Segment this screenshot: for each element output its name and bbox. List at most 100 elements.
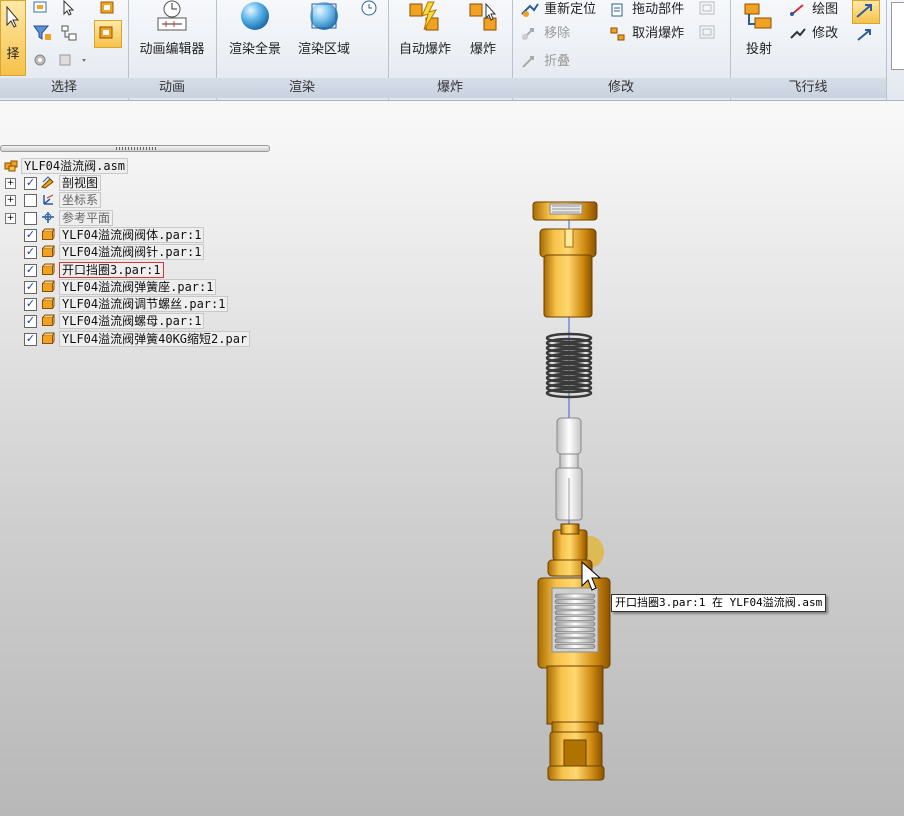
collapse-button[interactable]: 折叠 (520, 52, 570, 72)
unexplode-icon (610, 27, 625, 40)
tree-item-label: 坐标系 (59, 192, 102, 209)
spring-seat-part[interactable] (539, 228, 597, 318)
nut-part[interactable] (532, 201, 598, 221)
select-tool-active[interactable] (94, 20, 122, 48)
part-icon (42, 314, 55, 327)
explode-button[interactable]: 爆炸 (458, 0, 508, 74)
visibility-checkbox[interactable]: ✓ (24, 332, 37, 346)
move-button[interactable]: 移除 (520, 24, 570, 44)
tree-item[interactable]: ✓ YLF04溢流阀调节螺丝.par:1 (0, 296, 300, 313)
explode-icon (469, 2, 497, 31)
flightline-modify-button[interactable]: 修改 (788, 24, 838, 44)
expand-toggle[interactable]: + (5, 212, 16, 224)
modify-group: 重新定位 拖动部件 移除 取消爆炸 折叠 修改 (512, 0, 731, 100)
visibility-checkbox[interactable]: ✓ (24, 228, 37, 242)
reposition-button[interactable]: 重新定位 (520, 0, 596, 20)
tree-item-label: YLF04溢流阀阀针.par:1 (59, 244, 205, 261)
animation-group-label: 动画 (128, 78, 216, 98)
tree-item[interactable]: ✓ YLF04溢流阀弹簧40KG缩短2.par (0, 330, 300, 347)
tree-item[interactable]: ✓ YLF04溢流阀弹簧座.par:1 (0, 278, 300, 295)
ribbon: 择 选择 动画编辑器 动画 渲染全景 渲染区域 渲染 自动爆炸 爆炸 爆炸 重新… (0, 0, 904, 101)
visibility-checkbox[interactable] (24, 211, 37, 225)
part-icon (42, 228, 55, 240)
visibility-checkbox[interactable] (24, 194, 37, 208)
tree-item[interactable]: + ✓ 剖视图 (0, 175, 300, 191)
tree-item-label: YLF04溢流阀调节螺丝.par:1 (59, 296, 229, 313)
animation-editor-label: 动画编辑器 (139, 42, 205, 57)
tree-root-label: YLF04溢流阀.asm (21, 158, 129, 174)
render-region-button[interactable]: 渲染区域 (288, 0, 360, 74)
body-spring-coil (554, 610, 596, 616)
visibility-checkbox[interactable]: ✓ (24, 246, 37, 260)
tree-item[interactable]: ✓ YLF04溢流阀螺母.par:1 (0, 313, 300, 330)
unexplode-label: 取消爆炸 (632, 26, 685, 41)
flightline-group: 投射 绘图 修改 飞行线 (730, 0, 887, 100)
tree-item-label: YLF04溢流阀阀体.par:1 (59, 226, 205, 243)
hierarchy-icon[interactable] (60, 24, 78, 42)
valve-needle-part[interactable] (555, 417, 583, 521)
animation-group: 动画编辑器 动画 (128, 0, 217, 100)
explode-label: 爆炸 (469, 42, 496, 57)
unexplode-options-icon[interactable] (698, 24, 716, 40)
expand-toggle[interactable]: + (5, 195, 16, 207)
drag-part-icon (611, 3, 623, 16)
render-group-label: 渲染 (216, 78, 388, 98)
visibility-checkbox[interactable]: ✓ (24, 263, 37, 277)
section-view-icon (41, 176, 54, 189)
auto-explode-button[interactable]: 自动爆炸 (392, 0, 458, 74)
arrow-cursor-icon (6, 5, 20, 28)
visibility-checkbox[interactable]: ✓ (24, 280, 37, 294)
animation-editor-icon (157, 0, 187, 31)
tree-item-label: 参考平面 (59, 209, 114, 226)
ribbon-overflow-box[interactable] (891, 2, 904, 70)
filter-icon[interactable] (32, 24, 52, 42)
draw-button[interactable]: 绘图 (788, 0, 838, 20)
pane-splitter[interactable] (0, 145, 270, 152)
reposition-icon (521, 2, 539, 17)
options-icon[interactable] (32, 52, 50, 68)
3d-viewport[interactable] (300, 152, 904, 816)
tree-item-label: 剖视图 (59, 175, 102, 191)
drag-part-options-icon[interactable] (698, 0, 716, 16)
render-settings-icon[interactable] (358, 0, 380, 18)
pointer-icon[interactable] (60, 0, 78, 16)
visibility-checkbox[interactable]: ✓ (24, 177, 37, 190)
tree-item-label: YLF04溢流阀螺母.par:1 (59, 313, 205, 330)
part-select-icon[interactable] (32, 0, 50, 16)
visibility-checkbox[interactable]: ✓ (24, 298, 37, 312)
render-all-button[interactable]: 渲染全景 (220, 0, 290, 74)
flightline-tool-active[interactable] (852, 0, 880, 24)
auto-explode-label: 自动爆炸 (398, 42, 451, 57)
tree-item[interactable]: + 坐标系 (0, 192, 300, 209)
unexplode-button[interactable]: 取消爆炸 (608, 24, 684, 44)
retaining-ring-part[interactable] (547, 523, 604, 577)
tree-item[interactable]: ✓ 开口挡圈3.par:1 (0, 261, 300, 278)
part-tooltip: 开口挡圈3.par:1 在 YLF04溢流阀.asm (611, 594, 827, 612)
splitter-grip[interactable] (116, 147, 156, 150)
component-icon[interactable] (98, 0, 116, 16)
animation-editor-button[interactable]: 动画编辑器 (132, 0, 212, 74)
tree-item[interactable]: ✓ YLF04溢流阀阀针.par:1 (0, 244, 300, 261)
select-mode-icon[interactable] (58, 52, 86, 68)
tree-item-label: 开口挡圈3.par:1 (59, 261, 164, 278)
explode-group-label: 爆炸 (388, 78, 512, 98)
tree-item[interactable]: ✓ YLF04溢流阀阀体.par:1 (0, 226, 300, 243)
explode-group: 自动爆炸 爆炸 爆炸 (388, 0, 513, 100)
select-button[interactable]: 择 (0, 0, 26, 76)
project-icon (744, 3, 772, 29)
part-icon (42, 297, 55, 310)
project-button[interactable]: 投射 (734, 0, 784, 74)
drag-part-label: 拖动部件 (632, 2, 685, 17)
visibility-checkbox[interactable]: ✓ (24, 315, 37, 329)
project-label: 投射 (745, 42, 772, 57)
expand-toggle[interactable]: + (5, 178, 16, 189)
drag-part-button[interactable]: 拖动部件 (608, 0, 684, 20)
sphere-icon (241, 2, 269, 30)
valve-body-part[interactable] (537, 577, 611, 781)
body-spring-coil (554, 593, 596, 599)
flightline-options-icon[interactable] (854, 26, 876, 44)
assembly-icon (4, 160, 18, 172)
select-box-icon (99, 26, 113, 39)
reposition-label: 重新定位 (544, 2, 597, 17)
tree-item[interactable]: + 参考平面 (0, 209, 300, 226)
